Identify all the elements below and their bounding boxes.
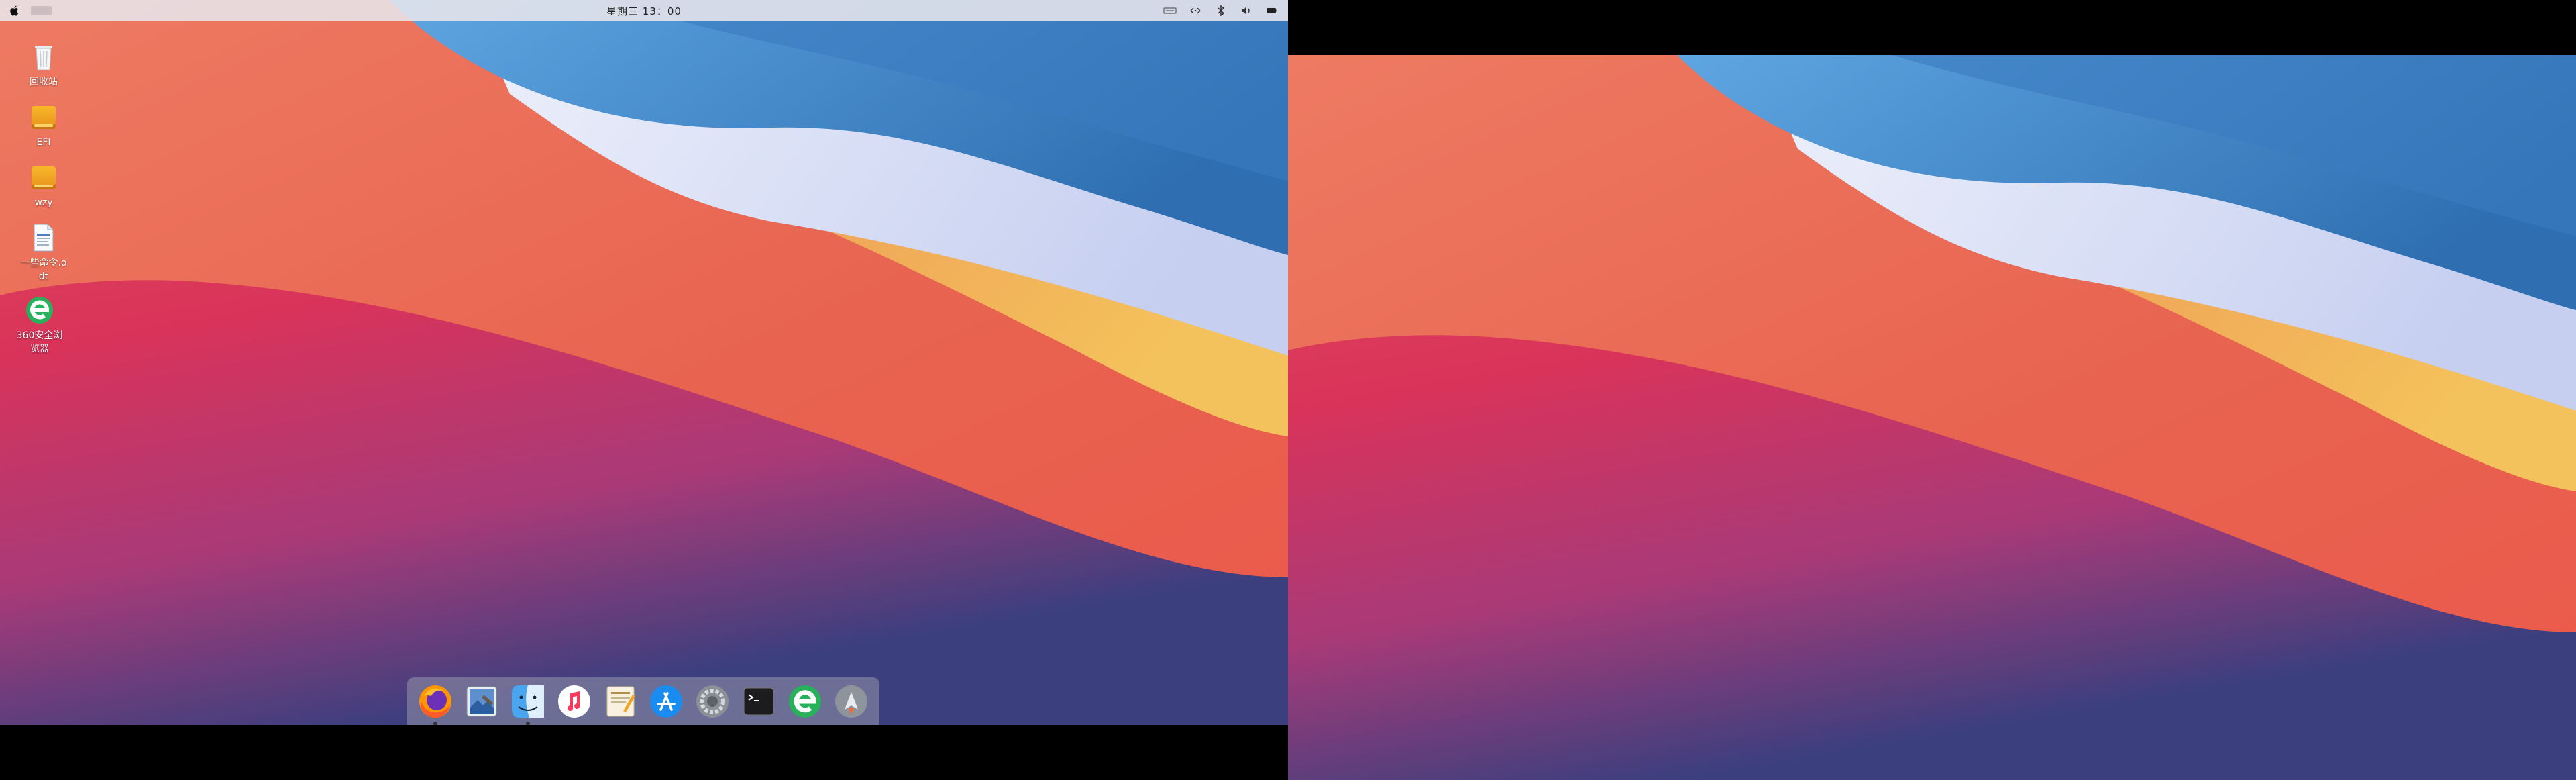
wallpaper: [0, 0, 1288, 725]
desktop-icon-document[interactable]: 一些命令.odt: [7, 222, 80, 283]
left-display: 星期三 13：00 回收站 EFI wzy 一些命令.odt 360安全浏览器: [0, 0, 1288, 725]
desktop-icon-label: EFI: [36, 137, 51, 148]
desktop-icon-360-browser[interactable]: 360安全浏览器: [3, 294, 76, 356]
desktop-icon-label: 360安全浏览器: [16, 330, 63, 354]
desktop-icon-trash[interactable]: 回收站: [7, 40, 80, 89]
trash-icon: [28, 40, 60, 72]
preview-icon[interactable]: [462, 681, 502, 722]
drive-icon: [28, 101, 60, 133]
desktop-icon-efi[interactable]: EFI: [7, 101, 80, 149]
pages-icon[interactable]: [600, 681, 641, 722]
firefox-icon[interactable]: [415, 681, 455, 725]
bluetooth-icon[interactable]: [1214, 5, 1228, 17]
dock: [407, 677, 879, 725]
system-settings-icon[interactable]: [692, 681, 733, 722]
document-icon: [28, 222, 60, 254]
volume-icon[interactable]: [1240, 5, 1253, 17]
desktop-icon-label: wzy: [34, 197, 53, 208]
desktop-icon-label: 回收站: [30, 77, 58, 87]
running-indicator: [525, 721, 530, 725]
menubar-clock[interactable]: 星期三 13：00: [0, 4, 1288, 18]
terminal-icon[interactable]: [739, 681, 779, 722]
launchpad-icon[interactable]: [831, 681, 871, 722]
app-store-icon[interactable]: [646, 681, 686, 722]
menu-bar: 星期三 13：00: [0, 0, 1288, 21]
drive-icon: [28, 161, 60, 193]
music-icon[interactable]: [554, 681, 594, 722]
wallpaper: [1288, 55, 2576, 780]
network-icon[interactable]: [1189, 5, 1202, 17]
browser-360-icon: [23, 294, 56, 326]
running-indicator: [433, 721, 438, 725]
status-tray: [1163, 5, 1279, 17]
browser-360-icon[interactable]: [785, 681, 825, 722]
right-display: [1288, 55, 2576, 780]
desktop-icon-label: 一些命令.odt: [20, 258, 67, 282]
battery-icon[interactable]: [1265, 5, 1279, 17]
finder-icon[interactable]: [508, 681, 548, 725]
desktop-icon-wzy[interactable]: wzy: [7, 161, 80, 209]
input-method-icon[interactable]: [1163, 5, 1177, 17]
